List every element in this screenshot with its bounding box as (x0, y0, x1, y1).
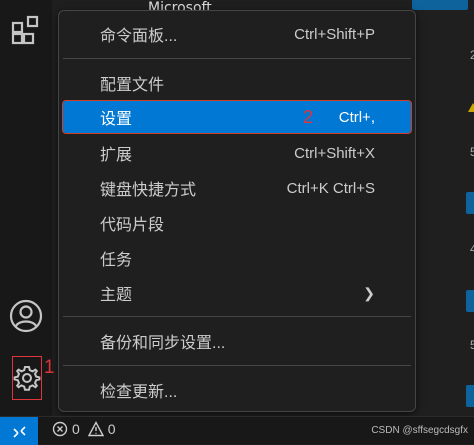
menu-separator (63, 365, 411, 366)
chevron-right-icon: ❯ (363, 284, 375, 301)
side-number: 2 (470, 48, 474, 62)
menu-item-label: 检查更新... (100, 384, 178, 401)
problems-indicator[interactable]: 0 0 (52, 421, 116, 437)
install-button[interactable]: 安装 (412, 0, 468, 10)
menu-item-settings[interactable]: 设置 2 Ctrl+, (62, 100, 412, 134)
menu-item-check-updates[interactable]: 检查更新... (63, 374, 411, 406)
menu-item-label: 备份和同步设置... (100, 335, 226, 352)
watermark: CSDN @sffsegcdsgfx (371, 425, 468, 436)
manage-menu: 命令面板... Ctrl+Shift+P 配置文件 设置 2 Ctrl+, 扩展… (58, 10, 416, 412)
side-number: 5 (470, 145, 474, 159)
install-button[interactable] (466, 192, 474, 214)
menu-separator (63, 316, 411, 317)
menu-item-label: 任务 (100, 252, 133, 269)
install-button[interactable] (466, 290, 474, 312)
menu-item-shortcut: Ctrl+, (338, 108, 375, 126)
menu-item-keyboard-shortcuts[interactable]: 键盘快捷方式 Ctrl+K Ctrl+S (63, 172, 411, 204)
remote-button[interactable] (0, 417, 38, 445)
annotation-label: 2 (303, 107, 314, 127)
warning-count: 0 (107, 421, 116, 437)
side-number: 5 (470, 338, 474, 352)
menu-item-snippets[interactable]: 代码片段 (63, 207, 411, 239)
annotation-label: 1 (44, 357, 55, 378)
menu-item-label: 命令面板... (100, 28, 178, 45)
menu-item-label: 代码片段 (100, 217, 165, 234)
menu-item-label: 设置 (100, 111, 133, 128)
menu-item-label: 配置文件 (100, 77, 165, 94)
extensions-icon[interactable] (0, 6, 52, 54)
menu-item-command-palette[interactable]: 命令面板... Ctrl+Shift+P (63, 18, 411, 50)
error-count: 0 (72, 421, 80, 437)
menu-item-shortcut: Ctrl+Shift+P (294, 25, 375, 43)
gear-icon (13, 366, 41, 391)
install-button[interactable] (466, 385, 474, 407)
activity-bar (0, 0, 52, 416)
menu-item-themes[interactable]: 主题 ❯ (63, 277, 411, 309)
error-icon (52, 421, 68, 437)
menu-item-shortcut: Ctrl+Shift+X (294, 144, 375, 162)
menu-item-label: 扩展 (100, 147, 133, 164)
menu-item-profiles[interactable]: 配置文件 (63, 67, 411, 99)
status-bar: 0 0 CSDN @sffsegcdsgfx (0, 416, 474, 445)
warning-icon (87, 421, 104, 437)
manage-button[interactable] (12, 356, 42, 400)
menu-item-backup-sync[interactable]: 备份和同步设置... (63, 325, 411, 357)
menu-item-extensions[interactable]: 扩展 Ctrl+Shift+X (63, 137, 411, 169)
warning-icon (468, 103, 474, 112)
menu-item-tasks[interactable]: 任务 (63, 242, 411, 274)
menu-item-shortcut: Ctrl+K Ctrl+S (286, 179, 375, 197)
menu-item-label: 主题 (100, 287, 133, 304)
account-icon[interactable] (0, 292, 52, 340)
remote-icon (13, 426, 26, 438)
side-number: 4 (470, 242, 474, 256)
menu-item-label: 键盘快捷方式 (100, 182, 197, 199)
menu-separator (63, 58, 411, 59)
